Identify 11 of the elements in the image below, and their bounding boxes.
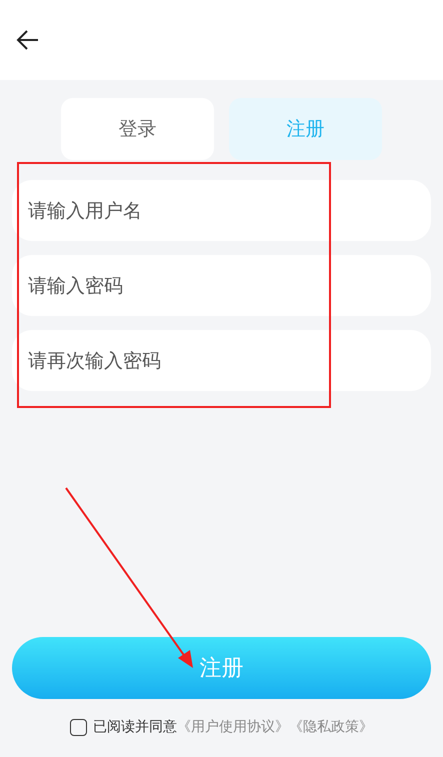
register-button[interactable]: 注册 — [12, 637, 431, 699]
input-field[interactable]: 请输入用户名 — [12, 180, 431, 241]
agreement-text: 已阅读并同意 — [93, 718, 177, 736]
input-field[interactable]: 请再次输入密码 — [12, 330, 431, 391]
agreement-link[interactable]: 《隐私政策》 — [289, 718, 373, 736]
tab[interactable]: 注册 — [229, 98, 382, 160]
checkbox[interactable] — [70, 718, 87, 736]
agreement-link[interactable]: 《用户使用协议》 — [177, 718, 289, 736]
back-icon[interactable] — [16, 29, 40, 51]
input-field[interactable]: 请输入密码 — [12, 255, 431, 316]
tab[interactable]: 登录 — [61, 98, 214, 160]
